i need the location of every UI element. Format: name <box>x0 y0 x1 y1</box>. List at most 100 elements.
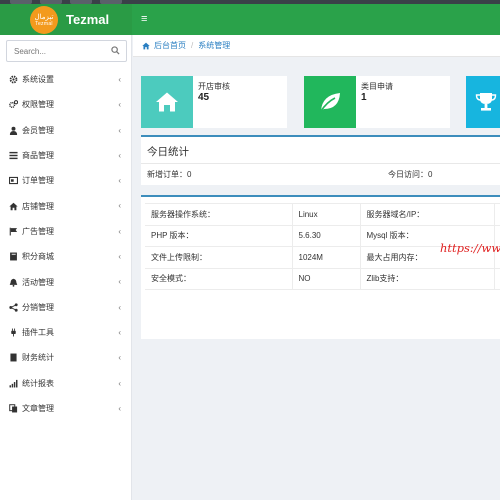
sidebar-item-label: 店铺管理 <box>22 201 54 211</box>
sidebar-item-ads[interactable]: 广告管理 ‹ <box>0 219 131 244</box>
sidebar-item-label: 财务统计 <box>22 353 54 363</box>
table-cell: 安全模式： <box>145 267 293 290</box>
chevron-left-icon: ‹ <box>118 353 121 363</box>
watermark-text: https://ww <box>440 241 500 255</box>
panel-divider <box>141 163 500 164</box>
chevron-left-icon: ‹ <box>118 226 121 236</box>
table-cell: 服务器操作系统： <box>145 203 293 225</box>
chevron-left-icon: ‹ <box>118 125 121 135</box>
search-icon[interactable] <box>111 46 120 55</box>
brand[interactable]: تېزمال Tezmal Tezmal <box>0 4 132 35</box>
sidebar: 系统设置 ‹ 权限管理 ‹ 会员管理 ‹ 商品管理 ‹ 订单管理 ‹ 店铺管理 … <box>0 35 132 500</box>
visits-value: 0 <box>428 170 433 179</box>
copy-icon <box>9 404 18 413</box>
server-info-panel: 服务器操作系统： Linux 服务器域名/IP： PHP 版本： 5.6.30 … <box>141 195 500 339</box>
table-cell: Linux <box>292 203 361 225</box>
top-header: تېزمال Tezmal Tezmal ≡ <box>0 4 500 35</box>
chevron-left-icon: ‹ <box>118 176 121 186</box>
brand-logo: تېزمال Tezmal <box>30 5 58 34</box>
sidebar-item-label: 系统设置 <box>22 75 54 85</box>
chevron-left-icon: ‹ <box>118 201 121 211</box>
visits-label: 今日访问： <box>388 170 428 179</box>
gears-icon <box>9 100 18 109</box>
breadcrumb-home-link[interactable]: 后台首页 <box>154 40 186 51</box>
card-icon-box <box>141 76 193 128</box>
leaf-icon <box>320 93 340 112</box>
chevron-left-icon: ‹ <box>118 327 121 337</box>
table-row: 服务器操作系统： Linux 服务器域名/IP： <box>145 203 500 225</box>
table-cell: NO <box>292 267 361 290</box>
chevron-left-icon: ‹ <box>118 252 121 262</box>
card-title: 开店审核 <box>198 82 230 91</box>
logo-text-bottom: Tezmal <box>35 20 53 27</box>
sidebar-item-plugins[interactable]: 插件工具 ‹ <box>0 320 131 345</box>
sidebar-item-orders[interactable]: 订单管理 ‹ <box>0 168 131 193</box>
sidebar-item-label: 插件工具 <box>22 328 54 338</box>
sidebar-nav: 系统设置 ‹ 权限管理 ‹ 会员管理 ‹ 商品管理 ‹ 订单管理 ‹ 店铺管理 … <box>0 67 131 421</box>
home-icon <box>142 42 150 49</box>
table-cell <box>494 267 500 290</box>
sidebar-item-reports[interactable]: 统计报表 ‹ <box>0 371 131 396</box>
new-orders-stat: 新增订单：0 <box>147 169 191 180</box>
table-row: 安全模式： NO Zlib支持： <box>145 267 500 290</box>
card-value: 45 <box>198 92 210 103</box>
card-title: 类目申请 <box>361 82 393 91</box>
sidebar-item-distribution[interactable]: 分销管理 ‹ <box>0 295 131 320</box>
list-icon <box>9 151 18 160</box>
logo-text-top: تېزمال <box>34 12 54 21</box>
book-icon <box>10 252 17 261</box>
sidebar-item-label: 权限管理 <box>22 100 54 110</box>
share-icon <box>9 303 18 312</box>
panel-title: 今日统计 <box>147 146 189 158</box>
gear-icon <box>9 75 18 84</box>
sidebar-item-products[interactable]: 商品管理 ‹ <box>0 143 131 168</box>
chevron-left-icon: ‹ <box>118 75 121 84</box>
sidebar-item-events[interactable]: 活动管理 ‹ <box>0 269 131 294</box>
search-input[interactable] <box>7 41 107 61</box>
breadcrumb: 后台首页 / 系统管理 <box>133 35 500 57</box>
sidebar-item-articles[interactable]: 文章管理 ‹ <box>0 396 131 421</box>
bar-chart-icon <box>9 379 18 388</box>
sidebar-item-label: 商品管理 <box>22 151 54 161</box>
bell-icon <box>9 278 18 287</box>
info-card-third[interactable] <box>466 76 500 128</box>
chevron-left-icon: ‹ <box>118 403 121 413</box>
chevron-left-icon: ‹ <box>118 378 121 388</box>
sidebar-item-label: 文章管理 <box>22 404 54 413</box>
table-cell: 文件上传限制： <box>145 246 293 268</box>
table-cell <box>494 203 500 225</box>
chevron-left-icon: ‹ <box>118 150 121 160</box>
info-card-category-apply[interactable]: 类目申请 1 <box>304 76 450 128</box>
main-content: 后台首页 / 系统管理 开店审核 45 类目申请 1 今日统计 新增订单：0 今… <box>133 35 500 500</box>
chevron-left-icon: ‹ <box>118 277 121 287</box>
chevron-left-icon: ‹ <box>118 302 121 312</box>
table-cell: 1024M <box>292 246 361 268</box>
sidebar-item-members[interactable]: 会员管理 ‹ <box>0 118 131 143</box>
today-stats-panel: 今日统计 新增订单：0 今日访问：0 <box>141 135 500 185</box>
search-box <box>6 40 127 62</box>
sidebar-item-label: 活动管理 <box>22 277 54 287</box>
sidebar-item-system-settings[interactable]: 系统设置 ‹ <box>0 67 131 92</box>
new-orders-label: 新增订单： <box>147 170 187 179</box>
sidebar-item-points-mall[interactable]: 积分商城 ‹ <box>0 244 131 269</box>
plug-icon <box>11 328 16 337</box>
table-cell: 5.6.30 <box>292 224 361 247</box>
sidebar-item-label: 广告管理 <box>22 226 54 236</box>
info-card-shop-review[interactable]: 开店审核 45 <box>141 76 287 128</box>
sidebar-item-label: 统计报表 <box>22 378 54 388</box>
today-visits-stat: 今日访问：0 <box>388 169 432 180</box>
brand-name: Tezmal <box>66 12 110 27</box>
sidebar-item-label: 会员管理 <box>22 125 54 135</box>
sidebar-item-permissions[interactable]: 权限管理 ‹ <box>0 92 131 117</box>
breadcrumb-current[interactable]: 系统管理 <box>198 40 230 51</box>
sidebar-item-shops[interactable]: 店铺管理 ‹ <box>0 193 131 218</box>
card-icon-box <box>304 76 356 128</box>
sidebar-item-label: 积分商城 <box>22 252 54 262</box>
sidebar-item-finance[interactable]: 财务统计 ‹ <box>0 345 131 370</box>
breadcrumb-separator: / <box>191 41 194 50</box>
home-icon <box>9 202 18 210</box>
card-icon-box <box>466 76 500 128</box>
sidebar-item-label: 订单管理 <box>22 176 54 186</box>
menu-toggle-icon[interactable]: ≡ <box>141 12 147 26</box>
card-value: 1 <box>361 92 367 103</box>
